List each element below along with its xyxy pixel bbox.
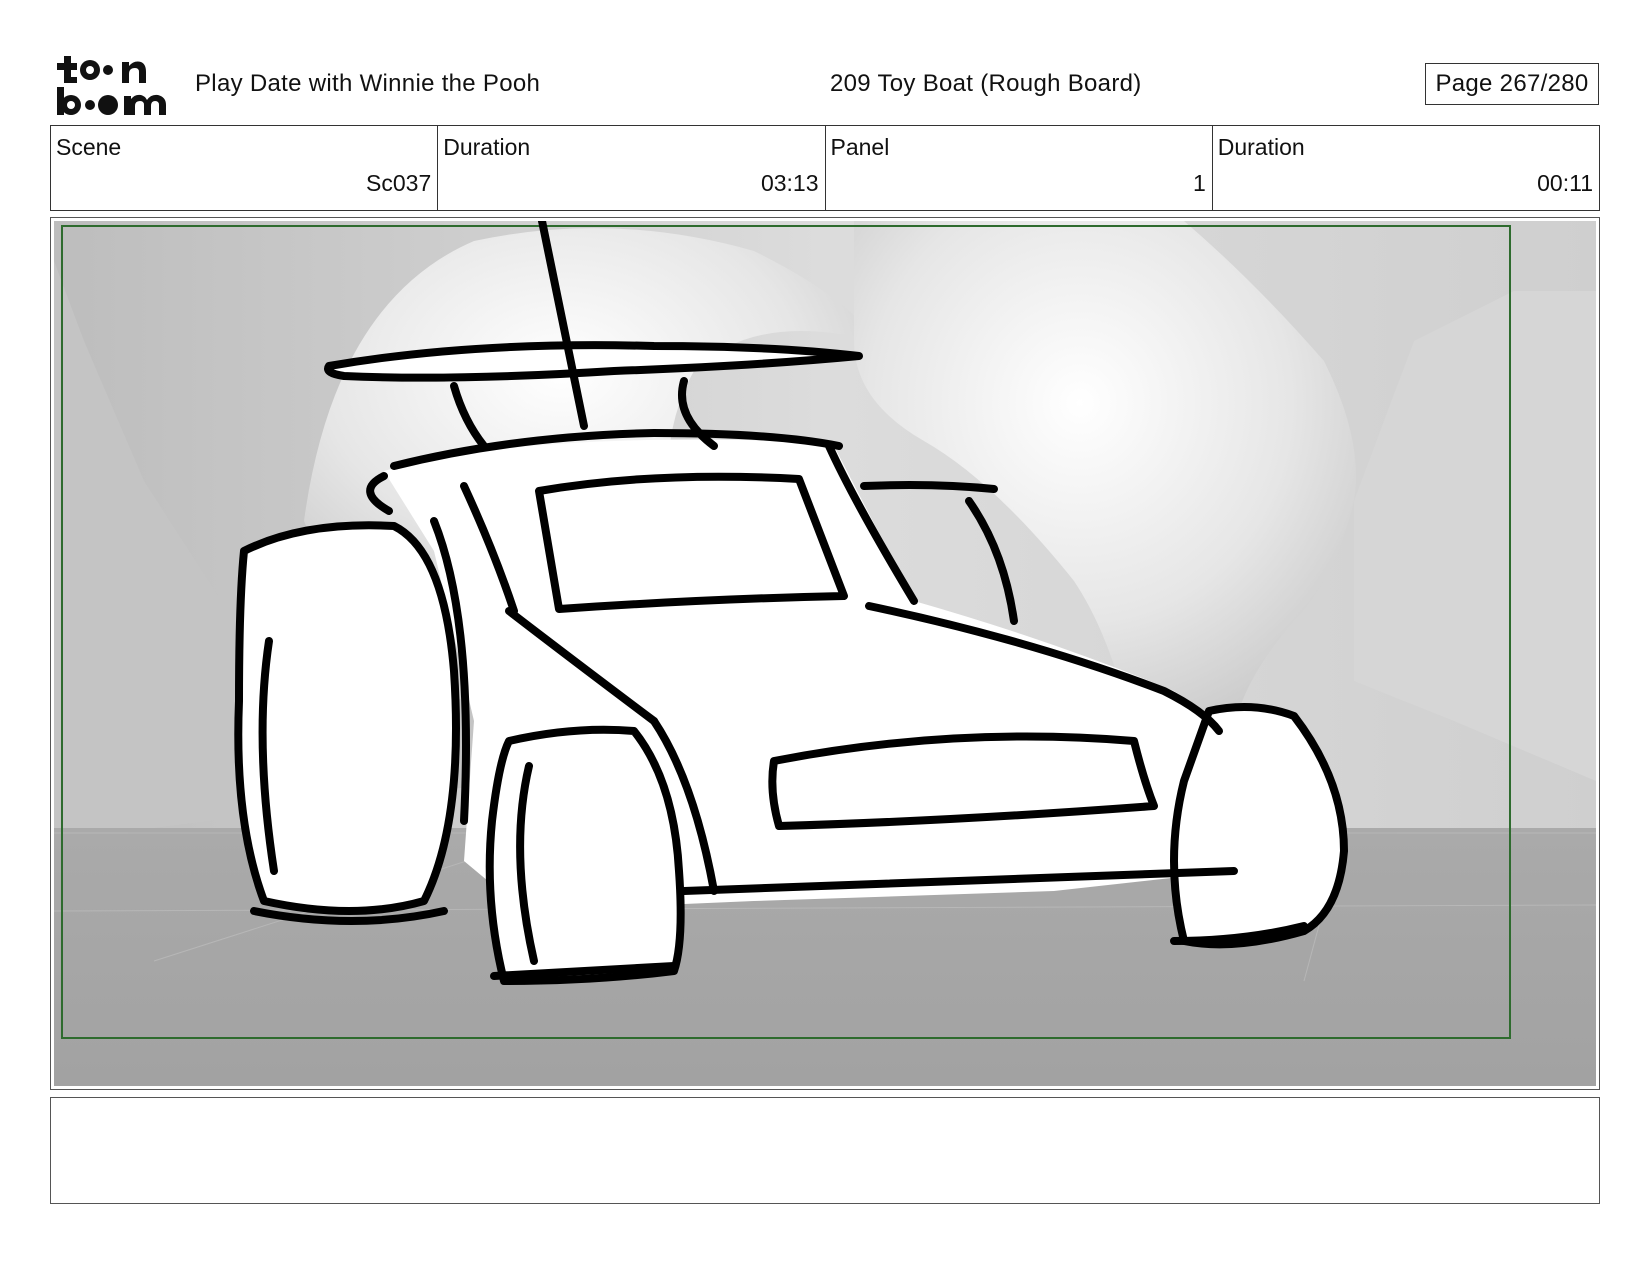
panel-notes <box>50 1097 1600 1204</box>
panel-duration-value: 00:11 <box>1537 170 1593 196</box>
panel-duration-cell: Duration 00:11 <box>1213 126 1599 210</box>
panel-cell: Panel 1 <box>826 126 1213 210</box>
scene-value: Sc037 <box>366 170 432 196</box>
panel-drawing <box>54 221 1596 1086</box>
scene-duration-cell: Duration 03:13 <box>438 126 826 210</box>
panel-duration-label: Duration <box>1217 134 1305 160</box>
episode-title: 209 Toy Boat (Rough Board) <box>830 70 1142 97</box>
storyboard-panel <box>50 217 1600 1090</box>
scene-duration-value: 03:13 <box>760 170 819 196</box>
scene-label: Scene <box>56 134 122 160</box>
scene-duration-label: Duration <box>443 134 531 160</box>
panel-label: Panel <box>830 134 890 160</box>
project-title: Play Date with Winnie the Pooh <box>195 70 541 97</box>
page-number: Page 267/280 <box>1425 63 1599 105</box>
scene-info-row: Scene Sc037 Duration 03:13 Panel 1 Durat… <box>50 125 1600 211</box>
toon-boom-logo <box>57 56 166 115</box>
scene-cell: Scene Sc037 <box>51 126 439 210</box>
panel-value: 1 <box>1192 170 1206 196</box>
